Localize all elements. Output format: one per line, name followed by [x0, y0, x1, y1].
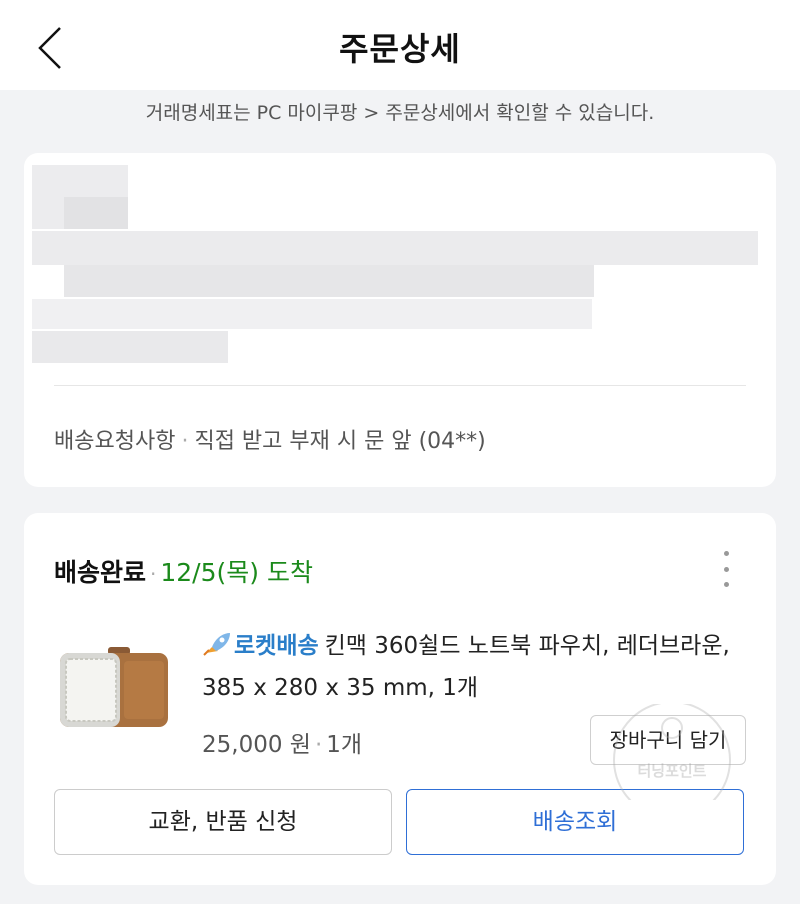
- address-card: 배송요청사항 · 직접 받고 부재 시 문 앞 (04**): [24, 153, 776, 487]
- add-to-cart-button[interactable]: 장바구니 담기: [590, 715, 746, 765]
- top-bar: 주문상세: [0, 0, 800, 90]
- delivery-request: 배송요청사항 · 직접 받고 부재 시 문 앞 (04**): [54, 423, 486, 455]
- status-label: 배송완료: [54, 558, 147, 587]
- track-delivery-button[interactable]: 배송조회: [406, 789, 744, 855]
- price-row: 25,000 원 · 1개: [202, 725, 362, 759]
- product-thumbnail[interactable]: [58, 641, 170, 729]
- quantity: 1개: [326, 732, 363, 758]
- separator-dot: ·: [150, 562, 157, 586]
- delivery-request-value: 직접 받고 부재 시 문 앞 (04**): [194, 429, 486, 454]
- separator-dot: ·: [181, 429, 189, 454]
- order-card: 배송완료 · 12/5(목) 도착 로켓배송 킨맥 360쉴드 노트북 파우치, 레더…: [24, 513, 776, 885]
- more-options-icon[interactable]: [714, 551, 738, 587]
- invoice-notice: 거래명세표는 PC 마이쿠팡 > 주문상세에서 확인할 수 있습니다.: [145, 102, 655, 124]
- divider: [54, 385, 746, 386]
- page-title: 주문상세: [339, 30, 461, 68]
- delivery-status: 배송완료 · 12/5(목) 도착: [54, 553, 313, 589]
- product-title[interactable]: 로켓배송 킨맥 360쉴드 노트북 파우치, 레더브라운, 385 x 280 x…: [202, 625, 754, 709]
- delivery-request-label: 배송요청사항: [54, 429, 176, 454]
- arrival-date: 12/5(목) 도착: [160, 558, 313, 587]
- rocket-delivery-label: 로켓배송: [234, 633, 319, 659]
- exchange-return-button[interactable]: 교환, 반품 신청: [54, 789, 392, 855]
- separator-dot: ·: [314, 732, 323, 758]
- rocket-icon: [202, 629, 232, 656]
- price: 25,000 원: [202, 732, 311, 758]
